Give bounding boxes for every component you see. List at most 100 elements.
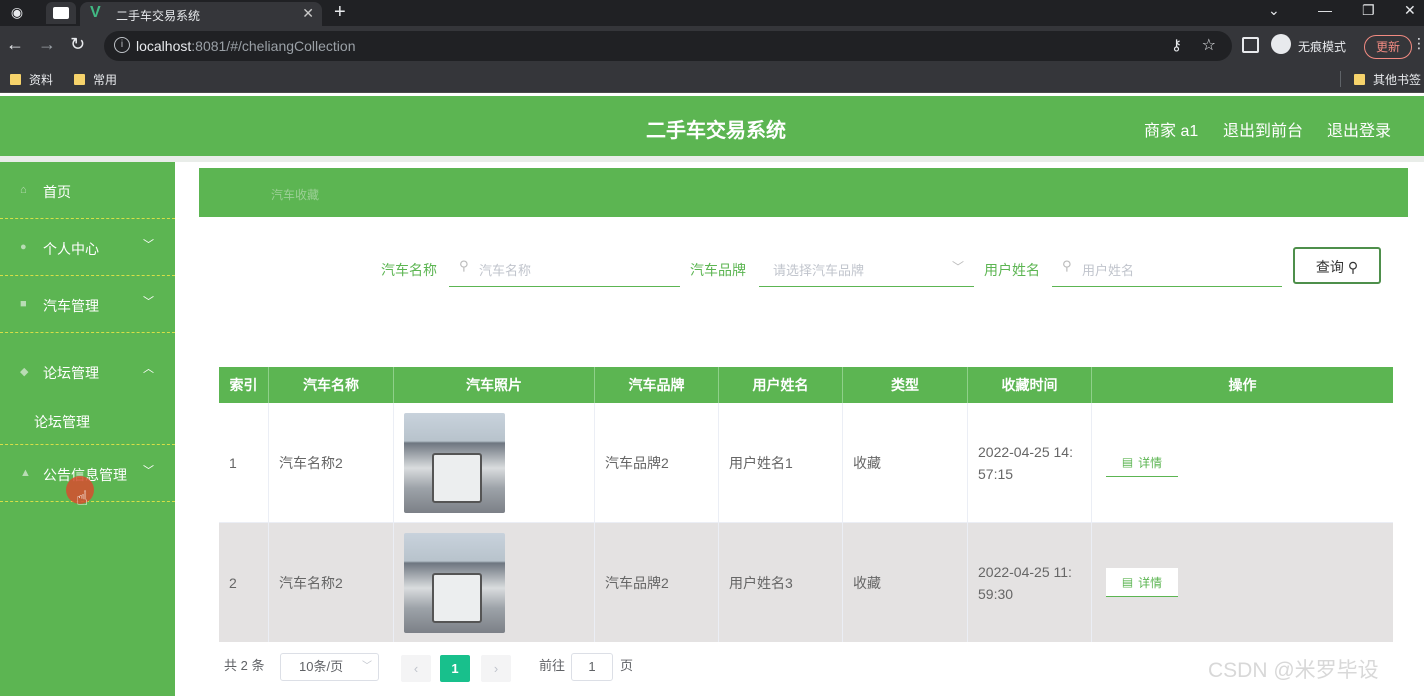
cell-photo <box>394 403 595 522</box>
home-icon: ⌂ <box>20 184 27 196</box>
key-icon[interactable]: ⚷ <box>1171 36 1182 54</box>
page-number-current[interactable]: 1 <box>440 655 470 682</box>
goto-page-input[interactable]: 1 <box>571 653 613 681</box>
input-placeholder: 用户姓名 <box>1082 263 1135 278</box>
user-name-input[interactable]: ⚲ 用户姓名 <box>1052 250 1282 287</box>
search-icon: ⚲ <box>1062 258 1072 273</box>
address-bar[interactable]: i localhost:8081/#/cheliangCollection ⚷ … <box>104 31 1232 61</box>
hand-cursor-icon: ☝ <box>76 488 89 510</box>
car-name-input[interactable]: ⚲ 汽车名称 <box>449 250 680 287</box>
query-label: 查询 <box>1315 259 1344 275</box>
column-header: 类型 <box>843 367 968 403</box>
prev-page-button[interactable]: ‹ <box>401 655 431 682</box>
cell-car-name: 汽车名称2 <box>269 403 394 522</box>
column-header: 用户姓名 <box>719 367 843 403</box>
table-row: 2 汽车名称2 汽车品牌2 用户姓名3 收藏 2022-04-25 11: 59… <box>219 523 1393 642</box>
close-window-button[interactable]: ✕ <box>1404 2 1416 19</box>
back-to-front-link[interactable]: 退出到前台 <box>1223 117 1303 141</box>
bookmark-folder-2[interactable]: 常用 <box>74 71 117 88</box>
cell-brand: 汽车品牌2 <box>595 403 719 522</box>
logout-link[interactable]: 退出登录 <box>1327 117 1391 141</box>
current-user: 商家 a1 <box>1144 123 1199 140</box>
globe-icon[interactable]: ◉ <box>8 3 26 21</box>
sidebar-item-label: 论坛管理 <box>43 365 99 381</box>
cell-user: 用户姓名3 <box>719 523 843 642</box>
other-bookmarks[interactable]: 其他书签 <box>1354 71 1421 88</box>
page-size-select[interactable]: 10条/页 ﹀ <box>280 653 379 681</box>
sidebar-item-cars[interactable]: ■ 汽车管理 ﹀ <box>0 276 175 333</box>
breadcrumb[interactable]: 汽车收藏 <box>271 186 319 203</box>
chevron-down-icon: ﹀ <box>951 260 964 274</box>
detail-button[interactable]: ▤ 详情 <box>1106 568 1178 597</box>
page-icon <box>53 7 69 19</box>
input-placeholder: 汽车名称 <box>479 263 532 278</box>
sidebar-subitem-forum-manage[interactable]: 论坛管理 <box>0 398 175 445</box>
table-header: 索引 汽车名称 汽车照片 汽车品牌 用户姓名 类型 收藏时间 操作 <box>219 367 1393 403</box>
folder-icon <box>1354 74 1365 85</box>
filter-label-user: 用户姓名 <box>984 262 1040 278</box>
bookmarks-bar: 资料 常用 其他书签 <box>0 66 1424 93</box>
reload-icon[interactable]: ↻ <box>70 34 85 55</box>
sidebar-item-label: 个人中心 <box>43 241 99 257</box>
info-icon[interactable]: i <box>114 37 130 53</box>
brand-select[interactable]: 请选择汽车品牌 ﹀ <box>759 250 974 287</box>
tab-title: 二手车交易系统 <box>116 9 201 23</box>
cell-time: 2022-04-25 11: 59:30 <box>968 523 1092 642</box>
sidebar-item-label: 汽车管理 <box>43 298 99 314</box>
folder-icon <box>74 74 85 85</box>
bookmark-label: 资料 <box>29 73 54 87</box>
forward-arrow-icon[interactable]: → <box>38 34 56 55</box>
folder-icon <box>10 74 21 85</box>
goto-suffix: 页 <box>620 658 634 673</box>
back-arrow-icon[interactable]: ← <box>6 34 24 55</box>
sidebar-item-home[interactable]: ⌂ 首页 <box>0 162 175 219</box>
watermark: CSDN @米罗毕设 <box>1208 659 1379 682</box>
car-photo <box>404 532 505 633</box>
update-button[interactable]: 更新 <box>1364 35 1412 59</box>
sidebar-item-forum[interactable]: ◆ 论坛管理 ︿ <box>0 343 175 396</box>
incognito-icon[interactable] <box>1271 34 1291 54</box>
tab-search-icon[interactable]: ⌄ <box>1268 2 1280 19</box>
car-icon: ■ <box>20 298 27 310</box>
sidebar: ⌂ 首页 ● 个人中心 ﹀ ■ 汽车管理 ﹀ ◆ 论坛管理 ︿ 论坛管理 ▲ 公… <box>0 162 175 696</box>
minimize-button[interactable]: — <box>1318 2 1332 18</box>
column-header: 操作 <box>1228 377 1257 393</box>
cell-type: 收藏 <box>843 403 968 522</box>
tab-active[interactable]: V 二手车交易系统 ✕ <box>80 2 322 26</box>
new-tab-button[interactable]: + <box>334 1 346 24</box>
forum-icon: ◆ <box>20 366 29 378</box>
table-row: 1 汽车名称2 汽车品牌2 用户姓名1 收藏 2022-04-25 14: 57… <box>219 403 1393 523</box>
column-header: 汽车品牌 <box>595 367 719 403</box>
user-icon: ● <box>20 241 27 253</box>
time-line-1: 2022-04-25 14: <box>978 443 1073 460</box>
goto-prefix: 前往 <box>539 658 566 673</box>
time-line-2: 59:30 <box>978 585 1014 602</box>
chevron-down-icon: ﹀ <box>362 661 372 672</box>
close-icon[interactable]: ✕ <box>302 5 314 22</box>
filter-label-brand: 汽车品牌 <box>690 262 746 278</box>
url-path: :8081/#/cheliangCollection <box>191 38 356 54</box>
query-button[interactable]: 查询 ⚲ <box>1293 247 1381 284</box>
star-icon[interactable]: ☆ <box>1202 35 1216 55</box>
cell-index: 1 <box>219 403 269 522</box>
cell-actions: ▤ 详情 <box>1092 403 1393 522</box>
main-content: 汽车收藏 汽车名称 ⚲ 汽车名称 汽车品牌 请选择汽车品牌 ﹀ 用户姓名 ⚲ 用… <box>175 162 1424 696</box>
document-icon: ▤ <box>1121 575 1134 589</box>
bookmark-label: 常用 <box>93 73 118 87</box>
detail-button[interactable]: ▤ 详情 <box>1106 448 1178 477</box>
app-header: 二手车交易系统 商家 a1 退出到前台 退出登录 <box>0 96 1424 156</box>
next-page-button[interactable]: › <box>481 655 511 682</box>
sidebar-item-profile[interactable]: ● 个人中心 ﹀ <box>0 219 175 276</box>
maximize-button[interactable]: ❐ <box>1362 2 1375 19</box>
bookmark-label: 其他书签 <box>1373 73 1422 87</box>
chevron-down-icon: ﹀ <box>143 465 154 477</box>
side-panel-icon[interactable] <box>1242 37 1259 53</box>
tab-inactive[interactable] <box>46 2 76 24</box>
bookmark-folder-1[interactable]: 资料 <box>10 71 53 88</box>
more-icon[interactable]: ⋮ <box>1412 35 1424 52</box>
sidebar-item-label: 论坛管理 <box>34 414 90 430</box>
notice-icon: ▲ <box>20 467 31 479</box>
search-icon: ⚲ <box>459 258 469 273</box>
search-icon: ⚲ <box>1347 259 1359 275</box>
page-size-value: 10条/页 <box>299 659 344 674</box>
